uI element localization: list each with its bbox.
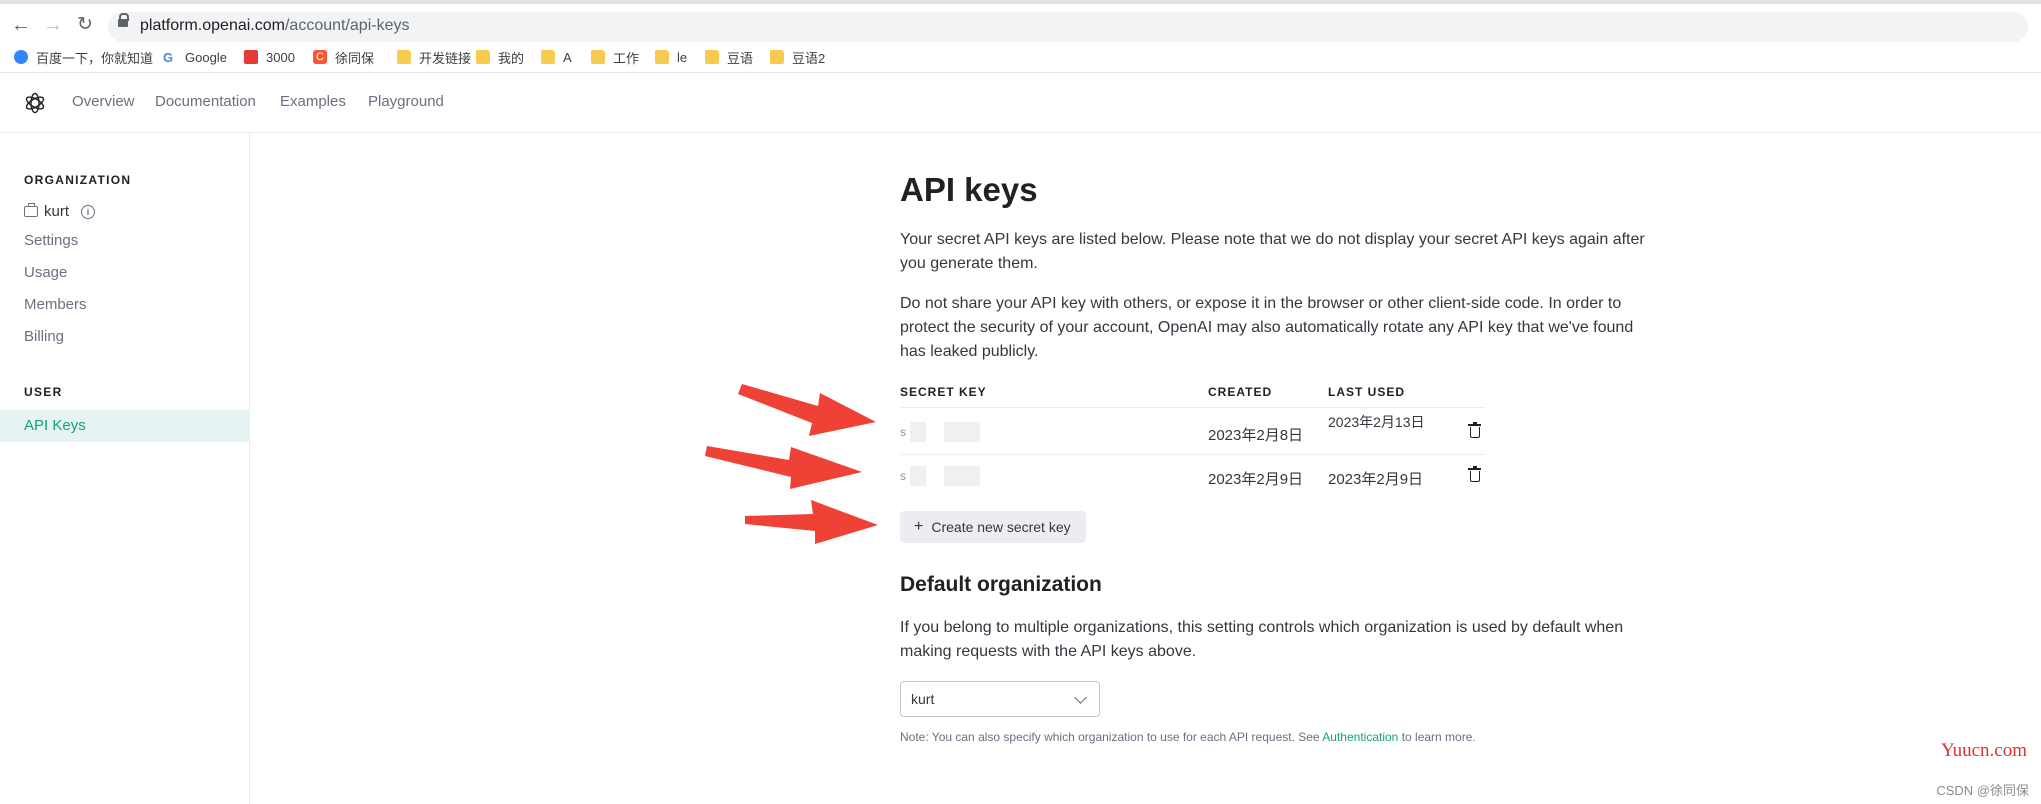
create-new-secret-key-button[interactable]: + Create new secret key [900,511,1086,543]
nav-examples[interactable]: Examples [280,93,346,110]
folder-icon [476,50,490,64]
briefcase-icon [24,203,38,217]
col-header-created: CREATED [1208,385,1273,399]
created-date: 2023年2月8日 [1208,427,1304,444]
bookmark-item[interactable]: 工作 [591,47,639,67]
intro-text: Your secret API keys are listed below. P… [900,231,1645,272]
chevron-down-icon [1074,691,1087,704]
sidebar-item-settings[interactable]: Settings [24,232,78,249]
info-icon[interactable]: i [81,204,96,219]
create-button-label: Create new secret key [931,519,1071,535]
forward-arrow-icon[interactable]: → [42,14,64,36]
app-icon [244,50,258,64]
csdn-icon: C [313,50,327,64]
sidebar-heading-user: USER [24,385,63,399]
bookmark-label: 豆语 [727,50,754,66]
created-date: 2023年2月9日 [1208,471,1304,488]
default-organization-description: If you belong to multiple organizations,… [900,619,1624,660]
bookmark-label: 我的 [498,50,525,66]
default-organization-title: Default organization [900,573,1102,596]
folder-icon [770,50,784,64]
bookmark-item[interactable]: 开发链接 [397,47,471,67]
secret-key-masked: s [900,466,980,486]
app-header: Overview Documentation Examples Playgrou… [0,73,2041,133]
warning-text: Do not share your API key with others, o… [900,295,1634,360]
nav-overview[interactable]: Overview [72,93,135,110]
sidebar-item-label: API Keys [24,417,86,434]
col-header-secret-key: SECRET KEY [900,385,987,399]
baidu-icon [14,50,28,64]
sidebar-item-usage[interactable]: Usage [24,264,67,281]
bookmark-item[interactable]: G Google [163,47,227,67]
bookmark-label: 豆语2 [792,50,826,66]
secret-key-masked: s [900,422,980,442]
back-arrow-icon[interactable]: ← [10,14,32,36]
bookmark-item[interactable]: 我的 [476,47,524,67]
bookmark-label: A [563,49,572,65]
sidebar-heading-organization: ORGANIZATION [24,173,132,187]
sidebar: ORGANIZATION kurt i Settings Usage Membe… [0,133,250,804]
reload-icon[interactable]: ↻ [74,14,96,36]
bookmark-item[interactable]: 豆语 [705,47,753,67]
last-used-date: 2023年2月9日 [1328,471,1424,488]
sidebar-item-members[interactable]: Members [24,296,87,313]
author-watermark: CSDN @徐同保 [1936,783,2029,798]
folder-icon [541,50,555,64]
plus-icon: + [914,518,924,535]
col-header-last-used: LAST USED [1328,385,1406,399]
google-icon: G [163,50,174,65]
folder-icon [591,50,605,64]
trash-icon[interactable] [1468,466,1481,482]
bookmark-label: 工作 [613,50,640,66]
select-value: kurt [911,691,935,707]
page-title: API keys [900,171,1038,208]
note-text: Note: You can also specify which organiz… [900,730,1476,744]
bookmark-item[interactable]: A [541,47,572,67]
bookmark-item[interactable]: 豆语2 [770,47,825,67]
folder-icon [705,50,719,64]
lock-icon [118,13,129,27]
note-prefix: Note: You can also specify which organiz… [900,730,1320,744]
default-organization-select[interactable]: kurt [900,681,1100,717]
bookmark-label: le [677,49,688,65]
arrow-icon [705,384,878,544]
nav-playground[interactable]: Playground [368,93,444,110]
bookmark-label: 3000 [266,49,295,65]
authentication-link[interactable]: Authentication [1322,730,1398,744]
bookmark-item[interactable]: C 徐同保 [313,47,374,67]
folder-icon [397,50,411,64]
sidebar-item-billing[interactable]: Billing [24,328,64,345]
url-text[interactable]: platform.openai.com/account/api-keys [140,17,409,35]
bookmark-item[interactable]: 3000 [244,47,295,67]
divider [900,407,1485,408]
bookmark-item[interactable]: 百度一下，你就知道 [14,47,153,67]
folder-icon [655,50,669,64]
org-name-label: kurt [44,203,70,220]
site-watermark: Yuucn.com [1940,740,2027,761]
bookmark-label: Google [185,49,227,65]
last-used-date: 2023年2月13日 [1328,414,1425,430]
openai-logo-icon[interactable] [23,91,47,115]
bookmark-label: 开发链接 [419,50,472,66]
bookmarks-bar: 百度一下，你就知道 G Google 3000 C 徐同保 开发链接 我的 A 工作 le 豆语 豆语2 [0,42,2041,73]
note-suffix: to learn more. [1401,730,1476,744]
nav-documentation[interactable]: Documentation [155,93,256,110]
sidebar-item-api-keys[interactable]: API Keys [0,410,249,442]
trash-icon[interactable] [1468,422,1481,438]
address-bar-row: ← → ↻ platform.openai.com/account/api-ke… [0,4,2041,42]
bookmark-item[interactable]: le [655,47,687,67]
bookmark-label: 百度一下，你就知道 [36,50,154,66]
bookmark-label: 徐同保 [335,50,375,66]
divider [900,454,1485,455]
sidebar-org-name[interactable]: kurt i [24,203,96,220]
